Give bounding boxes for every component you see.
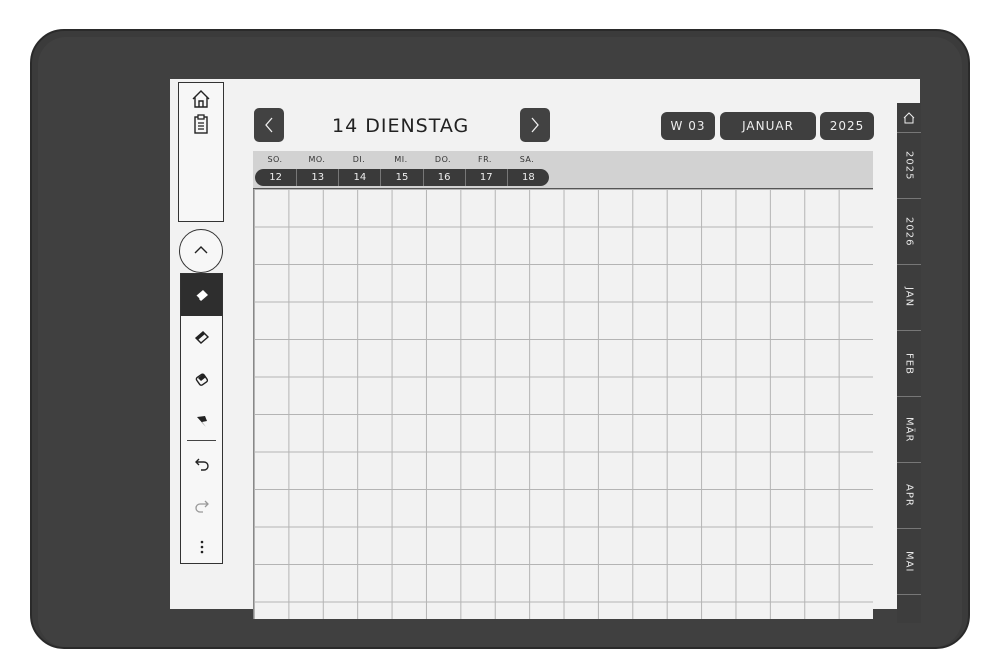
chevron-left-icon <box>265 117 273 133</box>
screen: 14 DIENSTAG W 03 JANUAR 2025 SO. MO. DI.… <box>170 79 921 623</box>
eraser-tool[interactable] <box>181 358 222 400</box>
month-button[interactable]: JANUAR <box>720 112 816 140</box>
weekday-label: SO. <box>267 155 283 164</box>
marker-tool[interactable] <box>181 316 222 358</box>
chevron-up-icon <box>194 246 208 254</box>
tab-mar[interactable]: MÄR <box>897 397 921 463</box>
week-day-16[interactable]: 16 <box>424 169 466 186</box>
prev-day-button[interactable] <box>254 108 284 142</box>
tab-label: FEB <box>903 352 915 375</box>
week-day-14[interactable]: 14 <box>339 169 382 186</box>
week-day-18[interactable]: 18 <box>508 169 549 186</box>
highlighter-tool[interactable] <box>181 274 222 316</box>
undo-icon <box>194 458 209 471</box>
tab-label: APR <box>903 484 915 507</box>
more-button[interactable] <box>181 526 222 568</box>
tab-2025[interactable]: 2025 <box>897 133 921 199</box>
next-day-button[interactable] <box>520 108 550 142</box>
tab-label: MAI <box>903 550 915 573</box>
tab-label: 2026 <box>903 216 915 247</box>
tab-label: JAN <box>903 287 915 308</box>
day-title: 14 DIENSTAG <box>332 115 470 137</box>
lasso-tool[interactable] <box>181 400 222 442</box>
week-day-17[interactable]: 17 <box>466 169 508 186</box>
week-strip: SO. MO. DI. MI. DO. FR. SA. 12 13 14 15 … <box>253 151 873 189</box>
weekday-label: SA. <box>519 155 535 164</box>
nav-box <box>178 82 224 222</box>
tool-divider <box>187 440 216 441</box>
home-icon <box>903 111 915 123</box>
tab-home[interactable] <box>897 103 921 133</box>
week-day-selector: 12 13 14 15 16 17 18 <box>255 169 549 186</box>
year-button[interactable]: 2025 <box>820 112 874 140</box>
clipboard-icon[interactable] <box>190 113 212 135</box>
weekday-label: MI. <box>394 155 408 164</box>
weekday-label: DO. <box>434 155 452 164</box>
tab-mai[interactable]: MAI <box>897 529 921 595</box>
tab-2026[interactable]: 2026 <box>897 199 921 265</box>
more-icon <box>200 540 203 554</box>
weekday-label: DI. <box>352 155 366 164</box>
week-day-12[interactable]: 12 <box>255 169 298 186</box>
lasso-icon <box>196 416 207 427</box>
collapse-toolbar-button[interactable] <box>179 229 223 273</box>
tab-feb[interactable]: FEB <box>897 331 921 397</box>
week-day-13[interactable]: 13 <box>297 169 340 186</box>
redo-button[interactable] <box>181 484 222 526</box>
tab-label: 2025 <box>903 150 915 181</box>
week-button[interactable]: W 03 <box>661 112 715 140</box>
week-day-15[interactable]: 15 <box>381 169 424 186</box>
home-icon[interactable] <box>190 88 212 110</box>
grid-writing-area[interactable] <box>253 189 873 619</box>
weekday-label: FR. <box>478 155 492 164</box>
undo-button[interactable] <box>181 442 222 484</box>
tab-apr[interactable]: APR <box>897 463 921 529</box>
tool-palette <box>180 273 223 564</box>
tab-label: MÄR <box>903 416 915 443</box>
tab-jan[interactable]: JAN <box>897 265 921 331</box>
redo-icon <box>194 500 209 513</box>
marker-icon <box>194 331 209 344</box>
right-tab-bar: 2025 2026 JAN FEB MÄR APR MAI <box>897 103 921 623</box>
weekday-label: MO. <box>308 155 326 164</box>
chevron-right-icon <box>531 117 539 133</box>
eraser-icon <box>195 373 208 386</box>
highlighter-icon <box>194 290 208 301</box>
